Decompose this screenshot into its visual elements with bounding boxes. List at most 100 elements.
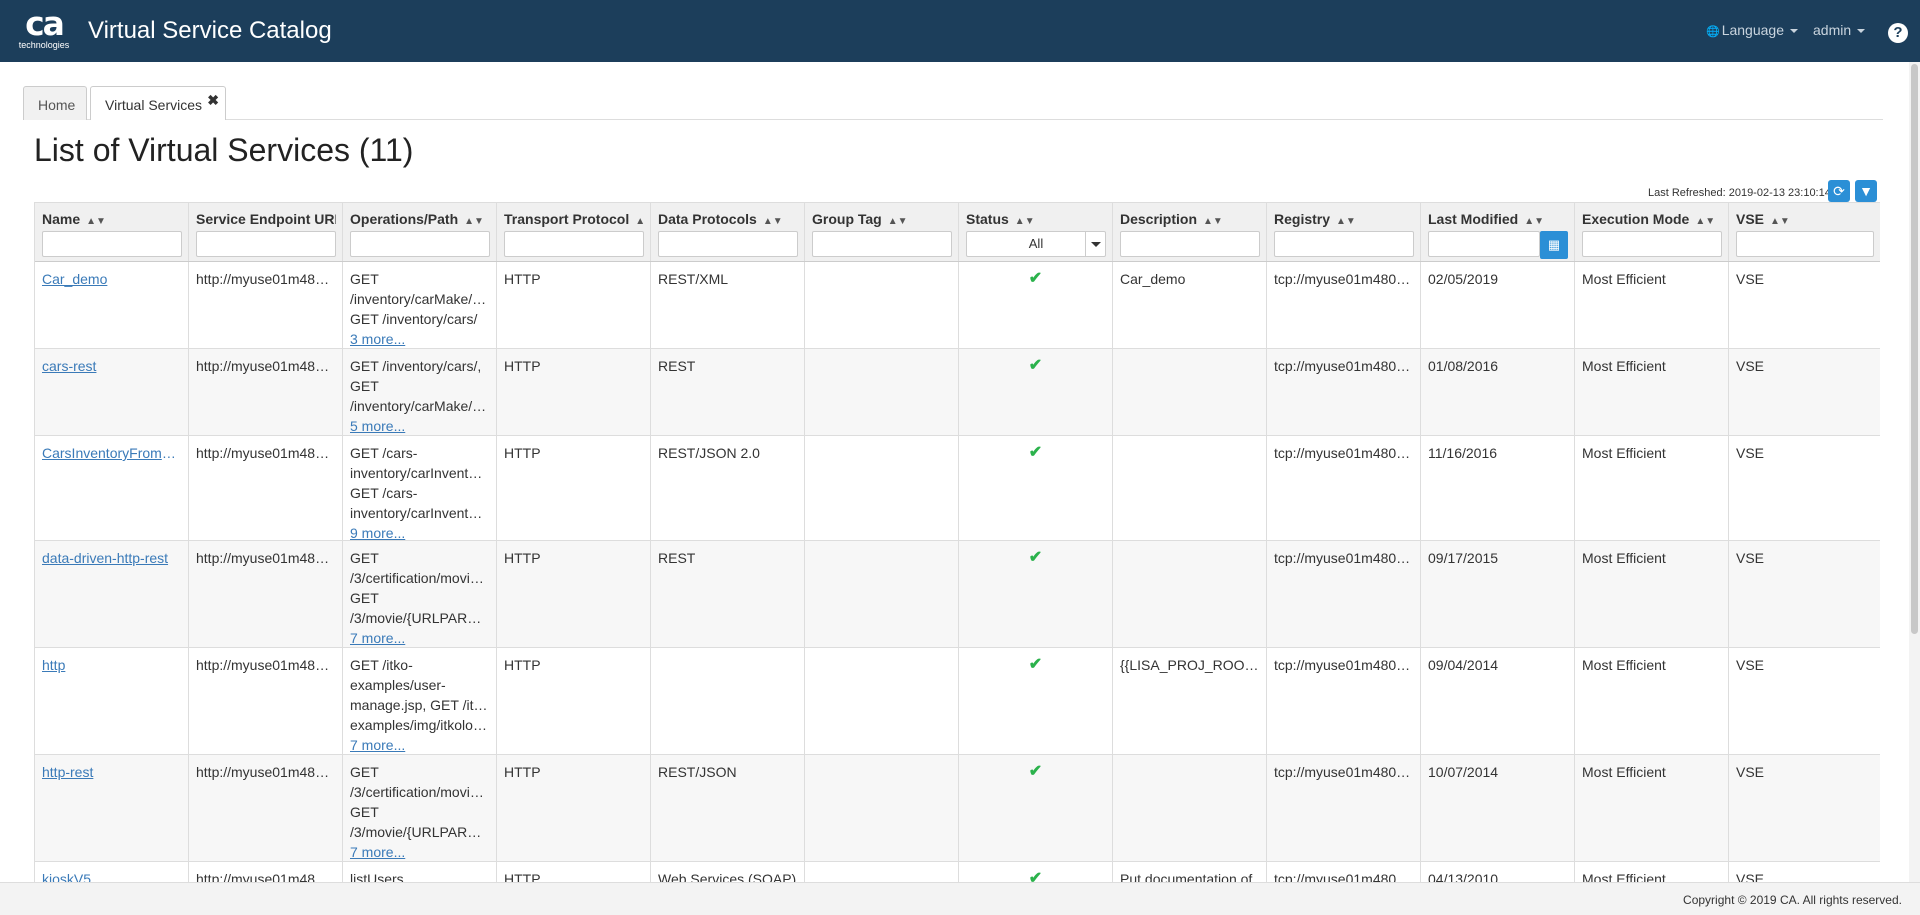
column-header-ops[interactable]: Operations/Path ▲▼: [343, 203, 497, 261]
more-operations-link[interactable]: 9 more...: [350, 523, 489, 540]
cell-group: [805, 541, 959, 647]
operation-line: GET: [350, 804, 379, 820]
service-name-link[interactable]: Car_demo: [42, 269, 181, 289]
column-header-desc[interactable]: Description ▲▼: [1113, 203, 1267, 261]
operation-line: GET /cars-: [350, 445, 418, 461]
more-operations-link[interactable]: 3 more...: [350, 329, 489, 348]
modified-value: 10/07/2014: [1428, 764, 1499, 780]
cell-endpoint: http://myuse01m480…: [189, 541, 343, 647]
cell-registry: tcp://myuse01m4800…: [1267, 755, 1421, 861]
cell-name: cars-rest: [35, 349, 189, 435]
operation-line: examples/user-: [350, 677, 446, 693]
user-menu[interactable]: admin: [1813, 22, 1866, 38]
registry-value: tcp://myuse01m4800…: [1274, 271, 1413, 287]
column-label-vse: VSE ▲▼: [1736, 211, 1874, 227]
column-header-data[interactable]: Data Protocols ▲▼: [651, 203, 805, 261]
check-icon: ✔: [1028, 549, 1043, 566]
cell-mode: Most Efficient: [1575, 349, 1729, 435]
column-header-group[interactable]: Group Tag ▲▼: [805, 203, 959, 261]
registry-filter-input[interactable]: [1274, 231, 1414, 257]
sort-icon[interactable]: ▲▼: [464, 216, 484, 227]
endpoint-filter-input[interactable]: [196, 231, 336, 257]
service-name-link[interactable]: data-driven-http-rest: [42, 548, 181, 568]
sort-icon[interactable]: ▲▼: [888, 216, 908, 227]
operation-line: examples/img/itkolo…: [350, 717, 487, 733]
status-filter-select[interactable]: All: [966, 231, 1106, 257]
vse-filter-input[interactable]: [1736, 231, 1874, 257]
sort-icon[interactable]: ▲▼: [1336, 216, 1356, 227]
cell-status: ✔: [959, 349, 1113, 435]
operation-line: GET: [350, 550, 379, 566]
service-name-link[interactable]: CarsInventoryFromS…: [42, 443, 181, 463]
refresh-button[interactable]: ⟳: [1828, 180, 1850, 202]
sort-icon[interactable]: ▲▼: [763, 216, 783, 227]
operation-line: /3/movie/{URLPARA…: [350, 824, 489, 840]
language-menu[interactable]: 🌐 Language: [1706, 22, 1798, 38]
registry-value: tcp://myuse01m4800…: [1274, 445, 1413, 461]
service-name-link[interactable]: kioskV5: [42, 869, 181, 882]
more-operations-link[interactable]: 7 more...: [350, 628, 489, 647]
sort-icon[interactable]: ▲▼: [635, 216, 644, 227]
service-name-link[interactable]: http: [42, 655, 181, 675]
group-filter-input[interactable]: [812, 231, 952, 257]
cell-endpoint: http://myuse01m480…: [189, 436, 343, 540]
vse-value: VSE: [1736, 271, 1765, 287]
table-row: http http://myuse01m480… GET /itko-example…: [35, 648, 1880, 755]
help-icon[interactable]: ?: [1888, 23, 1908, 43]
cell-registry: tcp://myuse01m4800…: [1267, 262, 1421, 348]
column-header-transport[interactable]: Transport Protocol ▲▼: [497, 203, 651, 261]
cell-desc: {{LISA_PROJ_ROOT}}…: [1113, 648, 1267, 754]
column-header-vse[interactable]: VSE ▲▼: [1729, 203, 1880, 261]
more-operations-link[interactable]: 7 more...: [350, 735, 489, 754]
cell-data: Web Services (SOAP): [651, 862, 805, 882]
data-value: REST: [658, 550, 696, 566]
column-header-endpoint[interactable]: Service Endpoint URL …: [189, 203, 343, 261]
desc-filter-input[interactable]: [1120, 231, 1260, 257]
copyright-text: Copyright © 2019 CA. All rights reserved…: [1683, 893, 1902, 907]
tab-virtual-services[interactable]: Virtual Services ✖: [90, 86, 226, 120]
name-filter-input[interactable]: [42, 231, 182, 257]
sort-icon[interactable]: ▲▼: [86, 216, 106, 227]
sort-icon[interactable]: ▲▼: [1770, 216, 1790, 227]
close-icon[interactable]: ✖: [207, 92, 219, 109]
calendar-icon[interactable]: ▦: [1540, 231, 1568, 259]
cell-mode: Most Efficient: [1575, 648, 1729, 754]
column-header-status[interactable]: Status ▲▼ All: [959, 203, 1113, 261]
page-scrollbar-thumb[interactable]: [1911, 64, 1918, 634]
cell-desc: [1113, 755, 1267, 861]
service-name-link[interactable]: cars-rest: [42, 356, 181, 376]
column-header-mode[interactable]: Execution Mode ▲▼: [1575, 203, 1729, 261]
data-filter-input[interactable]: [658, 231, 798, 257]
tab-home[interactable]: Home: [23, 86, 87, 120]
cell-registry: tcp://myuse01m4800…: [1267, 349, 1421, 435]
cell-registry: tcp://myuse01m4800…: [1267, 862, 1421, 882]
transport-filter-input[interactable]: [504, 231, 644, 257]
mode-value: Most Efficient: [1582, 550, 1666, 566]
cell-status: ✔: [959, 862, 1113, 882]
sort-icon[interactable]: ▲▼: [1695, 216, 1715, 227]
service-name-link[interactable]: http-rest: [42, 762, 181, 782]
column-header-name[interactable]: Name ▲▼: [35, 203, 189, 261]
cell-name: Car_demo: [35, 262, 189, 348]
column-header-modified[interactable]: Last Modified ▲▼ ▦: [1421, 203, 1575, 261]
cell-endpoint: http://myuse01m480…: [189, 262, 343, 348]
column-label-text: Data Protocols: [658, 211, 757, 227]
column-label-desc: Description ▲▼: [1120, 211, 1260, 227]
sort-icon[interactable]: ▲▼: [1015, 216, 1035, 227]
filter-button[interactable]: ▼: [1855, 180, 1877, 202]
cell-transport: HTTP: [497, 262, 651, 348]
mode-filter-input[interactable]: [1582, 231, 1722, 257]
check-icon: ✔: [1028, 763, 1043, 780]
operation-line: GET /inventory/cars/,: [350, 358, 482, 374]
ops-filter-input[interactable]: [350, 231, 490, 257]
mode-value: Most Efficient: [1582, 657, 1666, 673]
modified-filter-input[interactable]: [1428, 231, 1540, 257]
tab-home-label: Home: [38, 97, 76, 113]
ca-logo[interactable]: ca technologies: [16, 7, 72, 54]
sort-icon[interactable]: ▲▼: [1203, 216, 1223, 227]
more-operations-link[interactable]: 7 more...: [350, 842, 489, 861]
sort-icon[interactable]: ▲▼: [1524, 216, 1544, 227]
cell-transport: HTTP: [497, 755, 651, 861]
column-header-registry[interactable]: Registry ▲▼: [1267, 203, 1421, 261]
more-operations-link[interactable]: 5 more...: [350, 416, 489, 435]
